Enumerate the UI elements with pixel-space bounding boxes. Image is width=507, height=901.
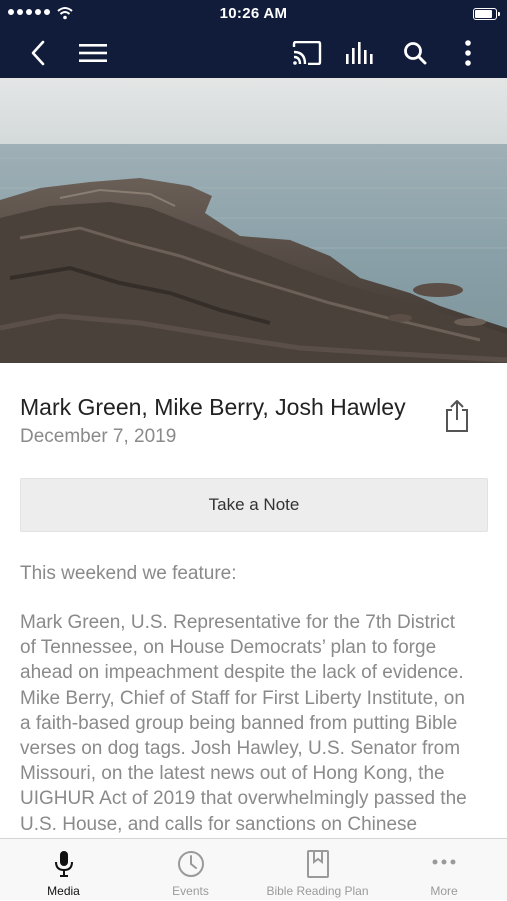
back-button[interactable]: [22, 28, 54, 78]
share-button[interactable]: [442, 398, 472, 434]
description-body: Mark Green, U.S. Representative for the …: [20, 610, 490, 838]
description-line: of Tennessee, on House Democrats’ plan t…: [20, 637, 437, 659]
search-icon: [404, 42, 427, 65]
description-intro: This weekend we feature:: [20, 563, 237, 584]
top-toolbar: [0, 28, 507, 78]
menu-icon: [79, 44, 107, 62]
tab-more[interactable]: More: [381, 839, 507, 901]
clock-icon: [177, 851, 204, 877]
share-icon: [446, 400, 468, 432]
description-line: verses on dog tags. Josh Hawley, U.S. Se…: [20, 738, 461, 760]
cast-button[interactable]: [290, 28, 324, 78]
status-time: 10:26 AM: [219, 5, 288, 22]
tab-label: Media: [47, 884, 80, 898]
sermon-title: Mark Green, Mike Berry, Josh Hawley: [20, 394, 406, 420]
menu-button[interactable]: [76, 28, 110, 78]
audio-button[interactable]: [343, 28, 379, 78]
description-line: UIGHUR Act of 2019 that overwhelmingly p…: [20, 788, 467, 810]
tab-media[interactable]: Media: [0, 839, 127, 901]
back-icon: [31, 40, 45, 66]
bottom-tab-bar: Media Events Bible Reading Plan More: [0, 838, 507, 900]
description-line: a faith-based group being banned from pu…: [20, 712, 458, 734]
search-button[interactable]: [400, 28, 430, 78]
description-line: Missouri, on the latest news out of Hong…: [20, 763, 445, 785]
tab-label: More: [430, 884, 458, 898]
more-options-button[interactable]: [456, 28, 480, 78]
bookmark-page-icon: [306, 850, 329, 878]
microphone-icon: [54, 851, 73, 877]
status-bar: 10:26 AM: [0, 0, 507, 28]
tab-label: Events: [172, 884, 209, 898]
ellipsis-icon: [432, 859, 456, 865]
tab-bible-reading-plan[interactable]: Bible Reading Plan: [254, 839, 381, 901]
description-line: U.S. House, and calls for sanctions on C…: [20, 813, 418, 835]
hero-image: [0, 78, 507, 363]
take-note-button[interactable]: Take a Note: [20, 478, 488, 532]
cast-icon: [292, 41, 322, 65]
tab-label: Bible Reading Plan: [266, 884, 369, 898]
take-note-label: Take a Note: [208, 495, 300, 514]
more-vertical-icon: [465, 40, 471, 66]
tab-events[interactable]: Events: [127, 839, 254, 901]
sermon-date: December 7, 2019: [20, 426, 177, 447]
audio-bars-icon: [346, 42, 373, 64]
description-line: Mike Berry, Chief of Staff for First Lib…: [20, 687, 465, 709]
description-line: ahead on impeachment despite the lack of…: [20, 662, 464, 684]
battery-icon: [473, 8, 500, 20]
description-line: Mark Green, U.S. Representative for the …: [20, 612, 456, 633]
